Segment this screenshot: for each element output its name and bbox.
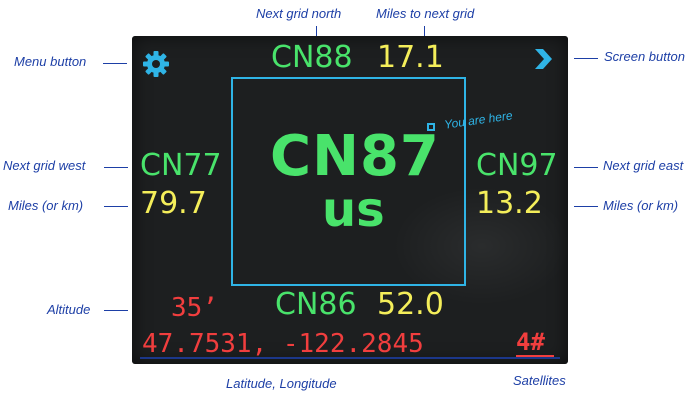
callout-line-screen bbox=[574, 58, 598, 59]
callout-line-west bbox=[104, 167, 128, 168]
altitude-readout: 35’ bbox=[171, 293, 218, 323]
callout-menu-button: Menu button bbox=[14, 54, 87, 69]
callout-next-grid-north: Next grid north bbox=[256, 6, 342, 21]
callout-next-grid-east: Next grid east bbox=[603, 158, 684, 173]
next-grid-south: CN86 bbox=[275, 287, 357, 322]
callout-miles-left: Miles (or km) bbox=[8, 198, 84, 213]
miles-to-north: 17.1 bbox=[377, 40, 444, 75]
callout-miles-to-next-grid: Miles to next grid bbox=[376, 6, 475, 21]
callout-satellites: Satellites bbox=[513, 373, 566, 388]
callout-line-miles-right bbox=[574, 206, 598, 207]
miles-to-east: 13.2 bbox=[476, 186, 543, 221]
callout-line-miles-left bbox=[104, 206, 128, 207]
current-subsquare: us bbox=[322, 182, 385, 238]
next-grid-east: CN97 bbox=[476, 148, 558, 183]
chevron-right-icon[interactable] bbox=[532, 47, 554, 71]
callout-next-grid-west: Next grid west bbox=[3, 158, 86, 173]
miles-to-south: 52.0 bbox=[377, 287, 444, 322]
miles-to-west: 79.7 bbox=[140, 186, 207, 221]
callout-miles-right: Miles (or km) bbox=[603, 198, 679, 213]
callout-line-menu bbox=[103, 63, 127, 64]
callout-screen-button: Screen button bbox=[604, 49, 685, 64]
callout-lat-long: Latitude, Longitude bbox=[226, 376, 337, 391]
position-marker bbox=[427, 123, 435, 131]
satellites-readout: 4# bbox=[516, 328, 545, 356]
next-grid-north: CN88 bbox=[271, 40, 353, 75]
screen-bottom-bar bbox=[140, 357, 560, 359]
callout-altitude: Altitude bbox=[47, 302, 91, 317]
callout-line-east bbox=[574, 167, 598, 168]
gear-icon[interactable] bbox=[142, 50, 170, 78]
callout-line-altitude bbox=[104, 310, 128, 311]
next-grid-west: CN77 bbox=[140, 148, 222, 183]
lat-long-readout: 47.7531, -122.2845 bbox=[142, 329, 424, 359]
current-grid: CN87 bbox=[270, 124, 440, 189]
